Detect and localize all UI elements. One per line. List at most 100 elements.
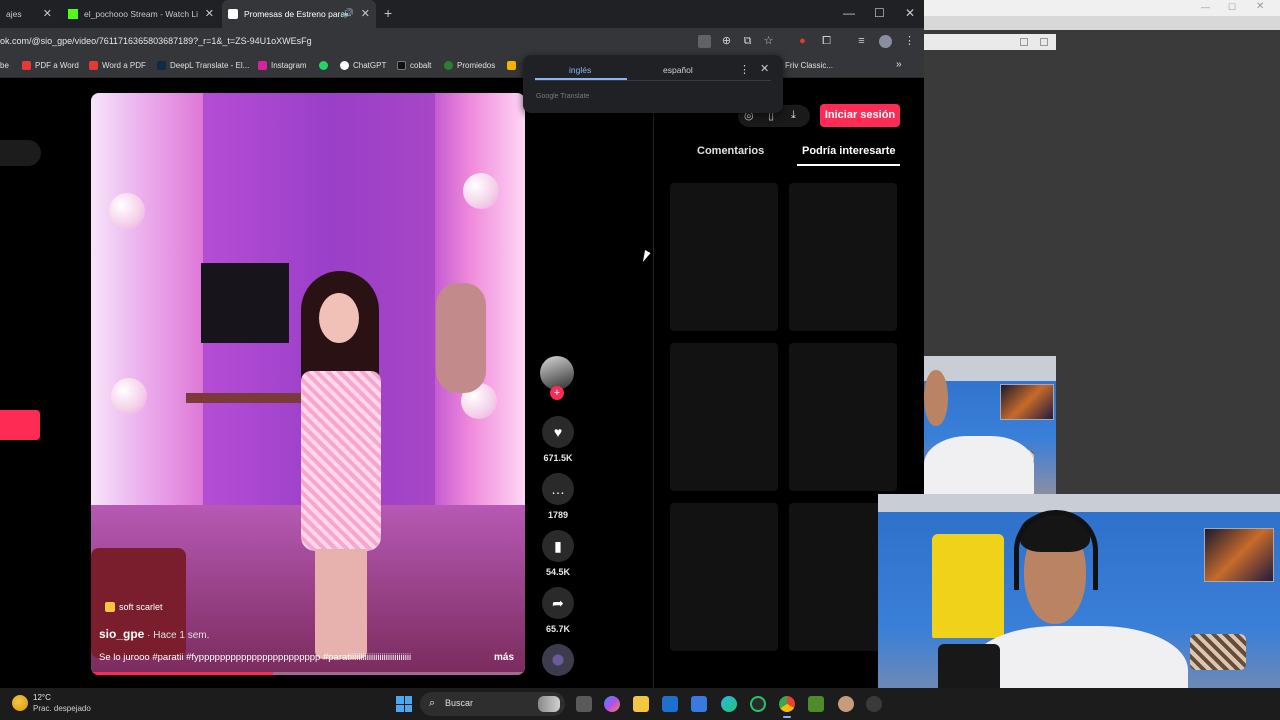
window-close-icon[interactable] [1040, 38, 1048, 46]
mini-window [924, 34, 1056, 50]
cast-icon[interactable]: ⧉ [741, 35, 754, 48]
comment-icon[interactable]: … [542, 473, 574, 505]
video-progress-bar[interactable] [91, 672, 525, 675]
chrome-icon[interactable] [779, 696, 795, 718]
close-icon[interactable]: ✕ [205, 7, 214, 20]
speaker-icon[interactable]: 🔊 [343, 8, 354, 19]
bookmark-item[interactable]: DeepL Translate - El... [157, 61, 249, 70]
minimize-icon[interactable]: — [843, 6, 855, 20]
chevron-double-right-icon[interactable]: » [896, 59, 902, 70]
task-view-icon[interactable] [576, 696, 592, 712]
sidebar-search-pill[interactable] [0, 140, 41, 166]
taskbar-search[interactable]: ⌕ Buscar [420, 692, 565, 716]
promiedos-icon [444, 61, 453, 70]
minecraft-icon[interactable] [808, 696, 824, 712]
more-options-icon[interactable]: ⋮ [739, 63, 750, 76]
maximize-icon[interactable] [1020, 38, 1028, 46]
tab-suggested[interactable]: Podría interesarte [802, 145, 896, 157]
new-tab-button[interactable]: + [384, 5, 392, 21]
file-explorer-icon[interactable] [633, 696, 649, 712]
login-button[interactable]: Iniciar sesión [820, 104, 900, 127]
app-avatar-icon[interactable] [838, 696, 854, 712]
bookmark-item[interactable]: Instagram [258, 61, 307, 70]
bookmark-item[interactable] [507, 61, 520, 70]
utorrent-icon[interactable] [750, 696, 766, 712]
weather-description[interactable]: Prac. despejado [33, 704, 91, 713]
reading-list-icon[interactable]: ≡ [855, 35, 868, 48]
video-caption: Se lo jurooo #paratii #fyppppppppppppppp… [99, 652, 412, 663]
comment-action[interactable]: … 1789 [541, 473, 575, 520]
video-scene-balloon [463, 173, 499, 209]
profile-avatar[interactable] [879, 35, 892, 48]
extensions-puzzle-icon[interactable]: ⧠ [820, 35, 833, 48]
close-icon[interactable]: ✕ [43, 7, 52, 20]
panel-divider [653, 112, 654, 688]
bookmark-icon[interactable]: ▮ [542, 530, 574, 562]
webcam-shirt [924, 436, 1034, 494]
suggested-video-tile[interactable] [670, 183, 778, 331]
suggested-video-tile[interactable] [670, 503, 778, 651]
start-pane [396, 704, 404, 712]
outlook-icon[interactable] [662, 696, 678, 712]
translate-target-tab[interactable]: español [663, 65, 693, 75]
bookmark-item[interactable]: PDF a Word [22, 61, 79, 70]
maximize-icon[interactable]: ☐ [1228, 2, 1236, 13]
author-name[interactable]: sio_gpe [99, 627, 144, 641]
video-scene-face [319, 293, 359, 343]
browser-window: ajes ✕ el_pochooo Stream - Watch Li ✕ Pr… [0, 0, 924, 688]
tab-1[interactable]: ajes ✕ [0, 0, 58, 28]
share-action[interactable]: ➦ 65.7K [541, 587, 575, 634]
bookmark-item[interactable]: ChatGPT [340, 61, 386, 70]
weather-icon[interactable] [12, 695, 28, 711]
author-line[interactable]: sio_gpe · Hace 1 sem. [99, 627, 209, 641]
tab-3[interactable]: Promesas de Estreno para 🔊 ✕ [222, 0, 376, 28]
suggested-video-tile[interactable] [789, 343, 897, 491]
close-icon[interactable]: ✕ [361, 7, 370, 20]
url-field[interactable]: ok.com/@sio_gpe/video/761171636580368718… [0, 36, 312, 46]
share-arrow-icon[interactable]: ➦ [542, 587, 574, 619]
maximize-icon[interactable]: ☐ [874, 6, 885, 20]
edge-icon[interactable] [721, 696, 737, 712]
download-icon[interactable]: ⤓ [791, 109, 796, 122]
music-disc-avatar[interactable] [542, 644, 574, 676]
close-icon[interactable]: ✕ [760, 62, 769, 75]
follow-plus-icon[interactable]: + [550, 386, 564, 400]
translate-icon[interactable] [698, 35, 711, 48]
weather-temperature[interactable]: 12°C [33, 693, 51, 702]
start-pane [404, 704, 412, 712]
menu-dots-icon[interactable]: ⋮ [903, 35, 916, 48]
video-player[interactable]: soft scarlet sio_gpe · Hace 1 sem. Se lo… [91, 93, 525, 675]
copilot-icon[interactable] [604, 696, 620, 712]
sidebar-login-button[interactable] [0, 410, 40, 440]
more-link[interactable]: más [494, 652, 514, 663]
heart-icon[interactable]: ♥ [542, 416, 574, 448]
like-action[interactable]: ♥ 671.5K [541, 416, 575, 463]
tab-2[interactable]: el_pochooo Stream - Watch Li ✕ [62, 0, 220, 28]
comment-count: 1789 [547, 510, 569, 520]
webcam-preview-main [878, 494, 1280, 720]
bookmark-item[interactable]: be [0, 61, 9, 70]
translate-divider [535, 80, 771, 81]
translate-source-tab[interactable]: inglés [569, 65, 591, 75]
store-icon[interactable] [691, 696, 707, 712]
save-action[interactable]: ▮ 54.5K [541, 530, 575, 577]
zoom-icon[interactable]: ⊕ [720, 35, 733, 48]
bookmark-item[interactable]: Word a PDF [89, 61, 146, 70]
bookmark-star-icon[interactable]: ☆ [762, 35, 775, 48]
sound-chip[interactable]: soft scarlet [105, 602, 163, 612]
bookmark-item[interactable]: Promiedos [444, 61, 495, 70]
app-icon[interactable] [866, 696, 882, 712]
bookmark-item[interactable]: cobalt [397, 61, 431, 70]
windows-start-icon[interactable] [396, 696, 412, 712]
tab-comments[interactable]: Comentarios [697, 145, 764, 157]
suggested-video-tile[interactable] [670, 343, 778, 491]
window-close-icon[interactable]: ✕ [1256, 1, 1264, 12]
minimize-icon[interactable]: — [1201, 2, 1210, 12]
bookmark-item[interactable] [319, 61, 332, 70]
search-icon: ⌕ [429, 697, 436, 709]
window-close-icon[interactable]: ✕ [905, 6, 915, 20]
suggested-video-tile[interactable] [789, 183, 897, 331]
extension-icon[interactable]: ● [796, 35, 809, 48]
creator-avatar[interactable] [540, 356, 574, 390]
bookmark-item[interactable]: Friv Classic... [785, 61, 833, 70]
